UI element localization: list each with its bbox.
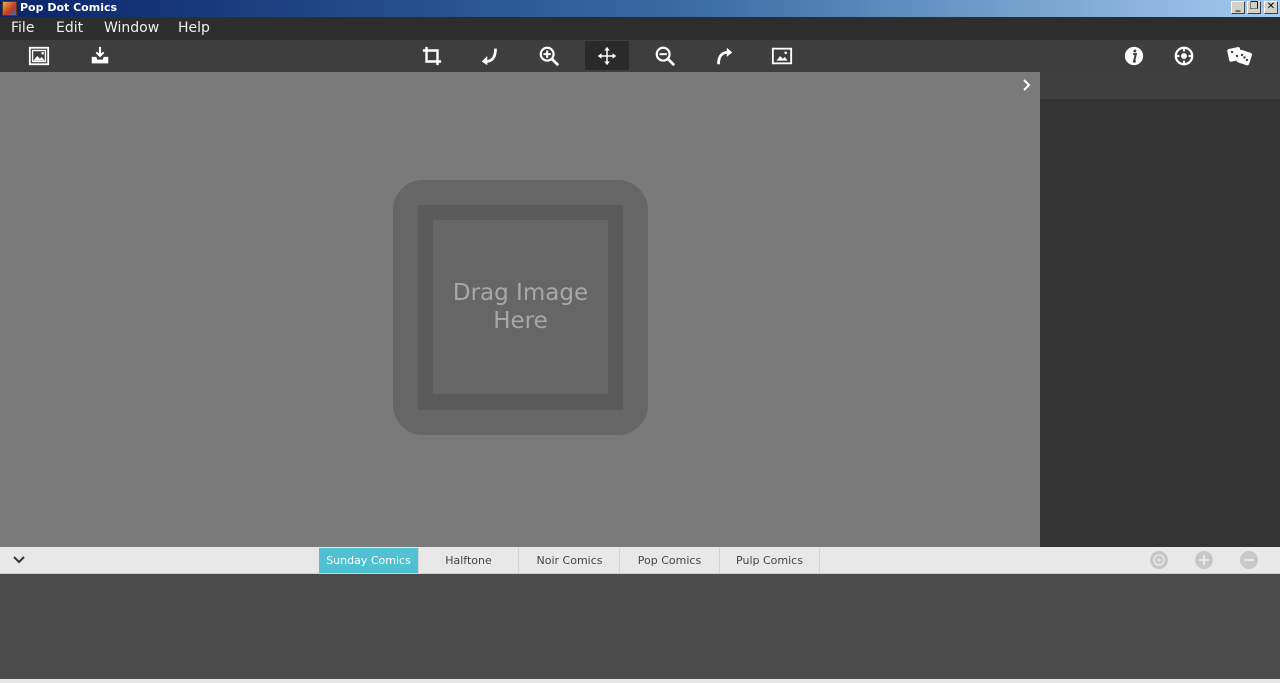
add-preset-icon [1199,555,1209,565]
zoom-in-icon [539,46,560,66]
settings-button[interactable] [1162,41,1206,70]
menu-window[interactable]: Window [104,20,159,37]
window-title: Pop Dot Comics [20,1,118,14]
crop-icon [422,46,442,65]
image-drop-zone[interactable]: Drag Image Here [393,180,648,435]
pan-move-icon [597,46,617,65]
menu-file[interactable]: File [11,20,34,37]
rotate-left-icon [481,48,497,65]
tab-pulp-comics[interactable]: Pulp Comics [720,548,820,573]
save-button[interactable] [78,41,122,70]
randomize-button[interactable] [1218,41,1262,70]
drop-zone-label-line2: Here [493,308,548,334]
fit-image-button[interactable] [760,41,804,70]
rotate-left-button[interactable] [468,41,512,70]
remove-preset-button[interactable] [1240,551,1258,569]
info-icon [1124,46,1144,65]
crop-button[interactable] [410,41,454,70]
minimize-button[interactable]: _ [1231,1,1245,14]
adjustments-panel-header [1040,72,1280,99]
open-image-icon [28,46,50,65]
drop-zone-inner: Drag Image Here [433,220,608,394]
panel-toggle-button[interactable] [1018,76,1036,94]
restore-button[interactable]: ❐ [1247,1,1261,14]
tab-halftone[interactable]: Halftone [419,548,519,573]
randomize-dice-icon [1227,46,1252,65]
add-preset-button[interactable] [1195,551,1213,569]
rotate-right-icon [717,47,733,64]
settings-icon [1174,46,1194,65]
preset-tab-bar: Sunday Comics Halftone Noir Comics Pop C… [0,547,1280,574]
tab-pop-comics[interactable]: Pop Comics [620,548,720,573]
pan-move-button[interactable] [585,41,629,70]
drop-zone-label: Drag Image Here [441,279,601,335]
remove-preset-icon [1244,558,1254,562]
preset-options-icon [1153,554,1165,566]
menu-edit[interactable]: Edit [56,20,83,37]
image-canvas[interactable]: Drag Image Here [0,72,1040,547]
tab-noir-comics[interactable]: Noir Comics [520,548,620,573]
preset-thumbnails-area [0,574,1280,679]
menu-help[interactable]: Help [178,20,210,37]
preset-options-button[interactable] [1150,551,1168,569]
menu-bar: File Edit Window Help [0,17,1280,40]
zoom-in-button[interactable] [527,41,571,70]
chevron-down-icon [13,556,25,564]
zoom-out-icon [655,46,676,66]
toolbar [0,40,1280,72]
bottom-border [0,679,1280,683]
drop-zone-frame: Drag Image Here [418,205,623,410]
chevron-right-icon [1023,79,1031,91]
title-bar: Pop Dot Comics _ ❐ ✕ [0,0,1280,17]
tab-sunday-comics[interactable]: Sunday Comics [319,548,419,573]
drop-zone-label-line1: Drag Image [452,280,589,306]
rotate-right-button[interactable] [702,41,746,70]
adjustments-panel [1040,72,1280,547]
collapse-presets-button[interactable] [10,552,28,568]
zoom-out-button[interactable] [643,41,687,70]
fit-image-icon [771,47,793,64]
close-button[interactable]: ✕ [1264,1,1278,14]
save-icon [91,46,109,63]
app-icon [2,1,17,16]
info-button[interactable] [1112,41,1156,70]
open-image-button[interactable] [17,41,61,70]
